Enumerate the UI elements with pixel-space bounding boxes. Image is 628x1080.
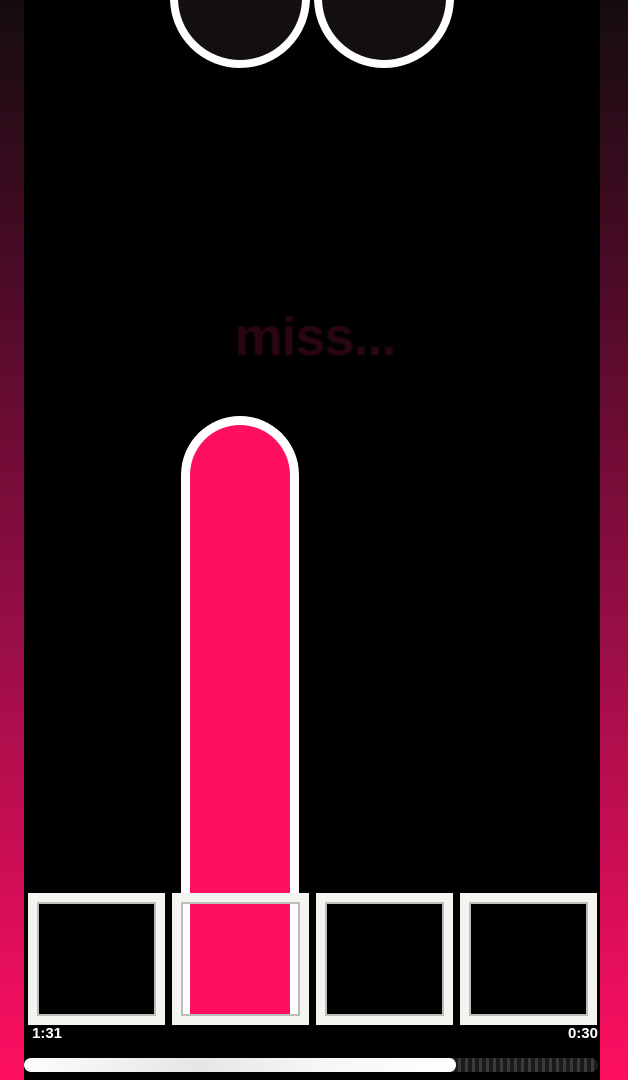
lane-4-receptor[interactable] — [460, 893, 597, 1025]
song-progress-fill — [24, 1058, 456, 1072]
lane-2-receptor[interactable] — [172, 893, 309, 1025]
lane-3-receptor[interactable] — [316, 893, 453, 1025]
song-progress-bar — [24, 1058, 598, 1072]
left-side-gradient-bar — [0, 0, 24, 1080]
judgement-text: miss... — [234, 307, 396, 367]
lane-1-receptor[interactable] — [28, 893, 165, 1025]
elapsed-time: 1:31 — [32, 1025, 63, 1042]
right-side-gradient-bar — [600, 0, 628, 1080]
remaining-time: 0:30 — [567, 1025, 598, 1042]
